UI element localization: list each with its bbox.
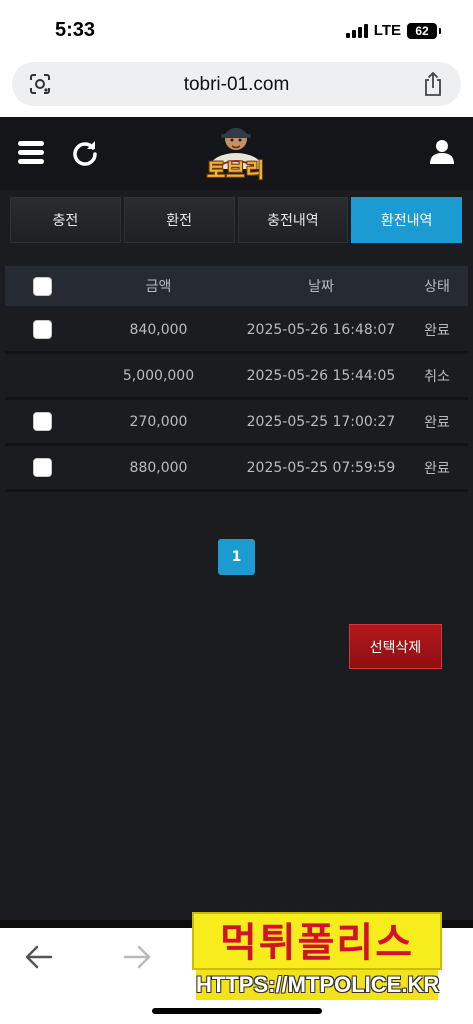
- header-status: 상태: [424, 279, 450, 295]
- watermark-title: 먹튀폴리스: [192, 912, 442, 970]
- row-check-cell: [5, 320, 81, 339]
- row-check-cell: [5, 458, 81, 477]
- watermark-url: HTTPS://MTPOLICE.KR: [196, 970, 439, 1000]
- logo-text: 토브리: [206, 158, 266, 182]
- browser-toolbar: tobri-01.com: [0, 60, 473, 117]
- watermark: 먹튀폴리스 HTTPS://MTPOLICE.KR: [192, 912, 442, 1002]
- header-amount: 금액: [145, 279, 172, 295]
- select-all-checkbox[interactable]: [33, 276, 52, 296]
- forward-arrow-icon[interactable]: [122, 944, 152, 970]
- status-indicators: LTE 62: [345, 22, 441, 39]
- tab-deposit-history[interactable]: 충전내역: [237, 197, 349, 243]
- table-row: 880,000 2025-05-25 07:59:59 완료: [5, 446, 468, 492]
- row-amount: 880,000: [129, 459, 188, 476]
- row-status: 완료: [424, 460, 450, 477]
- row-checkbox[interactable]: [33, 458, 52, 477]
- table-header: 금액 날짜 상태: [5, 266, 468, 306]
- status-bar: 5:33 LTE 62: [0, 0, 473, 60]
- url-text: tobri-01.com: [183, 74, 290, 95]
- page-button-1[interactable]: 1: [218, 539, 255, 575]
- user-icon[interactable]: [429, 139, 455, 165]
- tab-withdraw[interactable]: 환전: [123, 197, 235, 243]
- row-status: 완료: [424, 414, 450, 431]
- row-date: 2025-05-26 16:48:07: [246, 321, 396, 338]
- back-arrow-icon[interactable]: [24, 944, 54, 970]
- refresh-icon[interactable]: [71, 139, 99, 167]
- share-icon[interactable]: [421, 71, 445, 97]
- row-amount: 5,000,000: [122, 367, 195, 384]
- select-all-cell: [5, 276, 81, 296]
- site-logo[interactable]: 토브리: [203, 121, 269, 187]
- table-row: 270,000 2025-05-25 17:00:27 완료: [5, 400, 468, 446]
- row-amount: 840,000: [129, 321, 188, 338]
- site-header: 토브리: [0, 117, 473, 190]
- row-checkbox[interactable]: [33, 320, 52, 339]
- history-table: 금액 날짜 상태 840,000 2025-05-26 16:48:07 완료 …: [5, 266, 468, 492]
- table-row: 5,000,000 2025-05-26 15:44:05 취소: [5, 354, 468, 400]
- table-row: 840,000 2025-05-26 16:48:07 완료: [5, 308, 468, 354]
- row-amount: 270,000: [129, 413, 188, 430]
- row-date: 2025-05-25 07:59:59: [246, 459, 396, 476]
- status-time: 5:33: [55, 19, 96, 41]
- row-status: 취소: [424, 368, 450, 385]
- signal-icon: [345, 23, 368, 38]
- network-label: LTE: [373, 22, 401, 39]
- tab-withdraw-history[interactable]: 환전내역: [351, 197, 462, 243]
- tab-deposit[interactable]: 충전: [10, 197, 121, 243]
- battery-icon: 62: [407, 22, 441, 39]
- address-bar[interactable]: tobri-01.com: [12, 62, 461, 106]
- hamburger-menu-icon[interactable]: [18, 141, 44, 165]
- tab-bar: 충전 환전 충전내역 환전내역: [10, 197, 462, 243]
- home-indicator: [152, 1008, 322, 1014]
- row-date: 2025-05-26 15:44:05: [246, 367, 396, 384]
- row-check-cell: [5, 412, 81, 431]
- delete-selected-button[interactable]: 선택삭제: [349, 624, 442, 669]
- row-checkbox[interactable]: [33, 412, 52, 431]
- header-date: 날짜: [308, 279, 334, 295]
- row-status: 완료: [424, 322, 450, 339]
- row-date: 2025-05-25 17:00:27: [246, 413, 396, 430]
